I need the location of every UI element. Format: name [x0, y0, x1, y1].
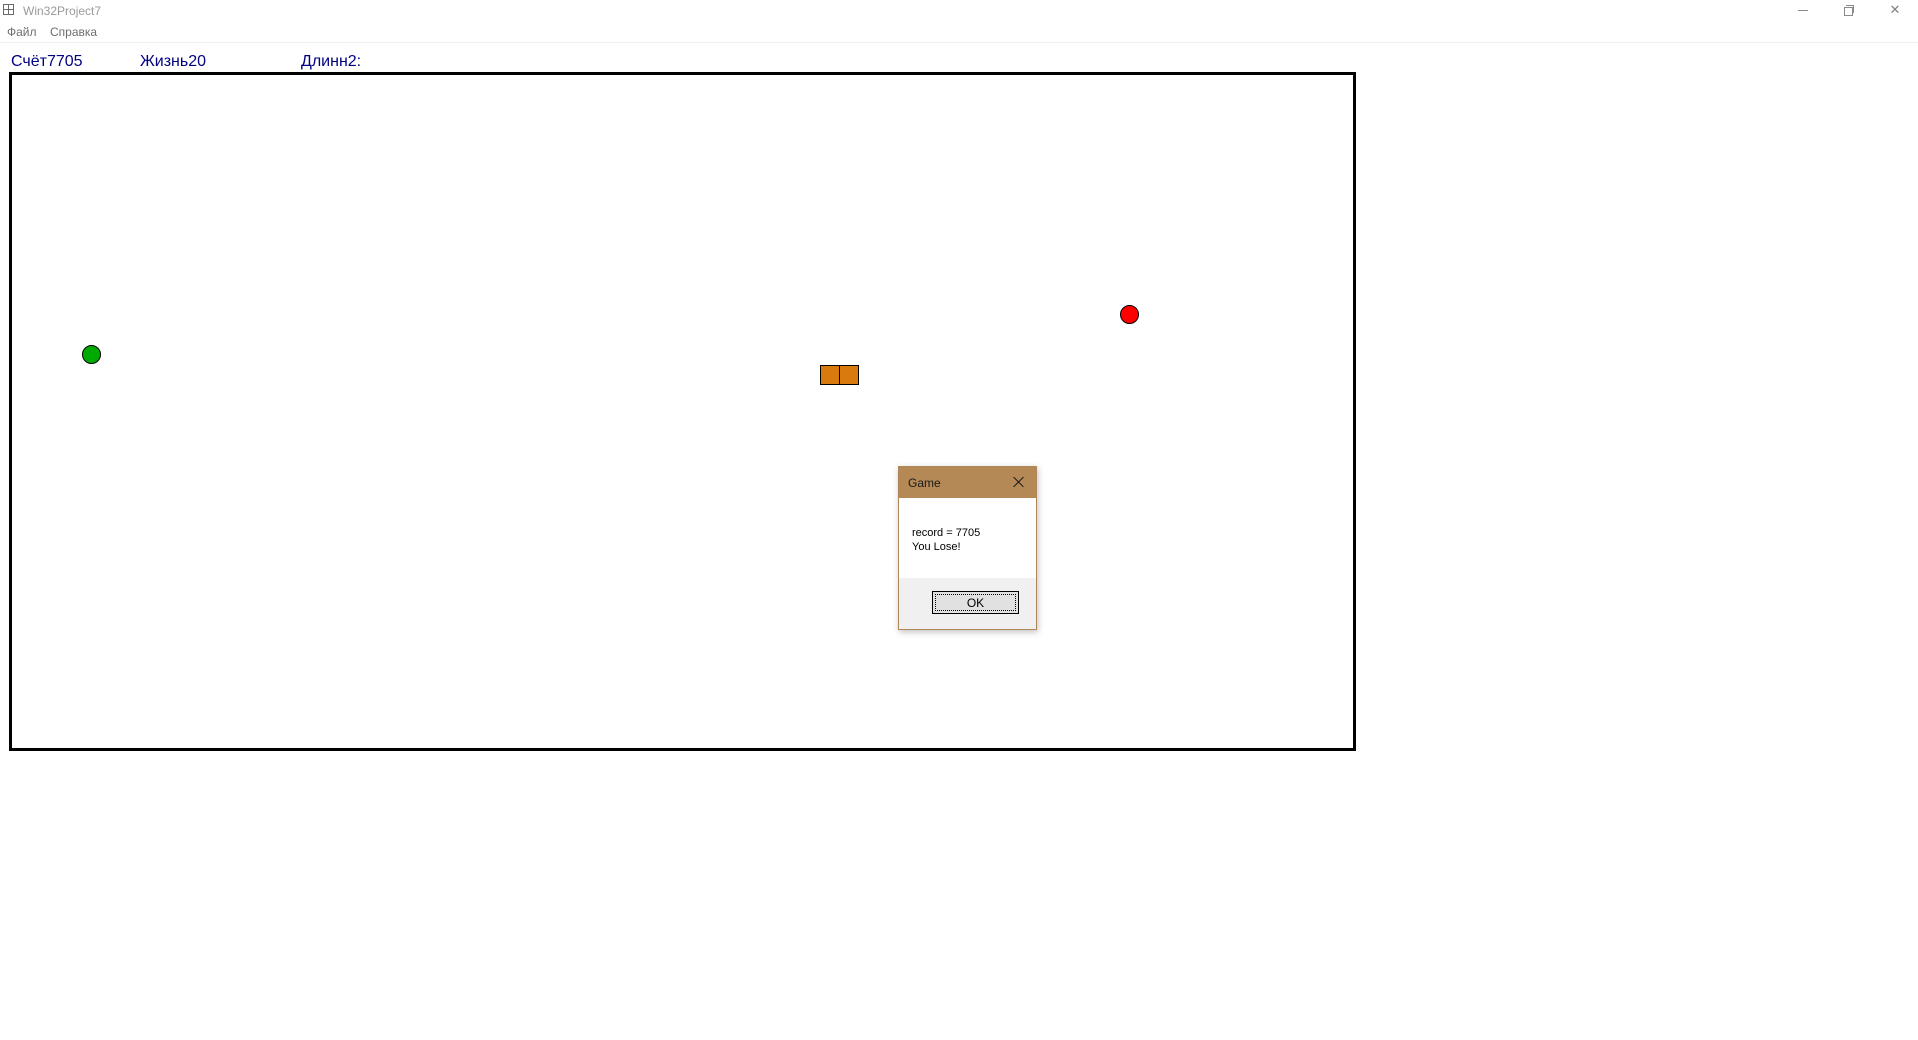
app-window-icon	[3, 4, 14, 15]
dialog-title: Game	[908, 476, 941, 490]
score-label: Счёт7705	[11, 53, 83, 70]
restore-button[interactable]	[1826, 0, 1872, 22]
life-label: Жизнь20	[140, 53, 207, 70]
green-apple	[82, 345, 101, 364]
main-window: Win32Project7 ✕ Файл Справка Счёт7705 Жи…	[0, 0, 1918, 1040]
ok-button[interactable]: OK	[932, 591, 1019, 614]
red-apple	[1120, 305, 1139, 324]
snake-segment	[839, 365, 859, 385]
game-over-dialog: Game record = 7705 You Lose! OK	[898, 466, 1037, 630]
length-label: Длинн2:	[301, 53, 362, 70]
menu-bar: Файл Справка	[0, 22, 1918, 43]
menu-file[interactable]: Файл	[7, 25, 37, 39]
menu-help[interactable]: Справка	[50, 25, 97, 39]
snake-segment	[820, 365, 840, 385]
window-title: Win32Project7	[23, 4, 102, 18]
minimize-button[interactable]	[1780, 0, 1826, 22]
dialog-footer: OK	[899, 578, 1036, 629]
snake	[820, 365, 859, 385]
dialog-record-text: record = 7705	[912, 527, 981, 539]
game-field[interactable]	[9, 72, 1356, 751]
dialog-message-text: You Lose!	[912, 541, 961, 553]
dialog-body: record = 7705 You Lose!	[899, 498, 1036, 578]
title-bar[interactable]: Win32Project7 ✕	[0, 0, 1918, 22]
close-icon: ✕	[1889, 2, 1901, 17]
dialog-title-bar[interactable]: Game	[899, 467, 1036, 498]
dialog-close-icon[interactable]	[1011, 474, 1027, 490]
restore-icon	[1844, 5, 1854, 16]
close-button[interactable]: ✕	[1872, 0, 1918, 22]
minimize-icon	[1798, 10, 1808, 11]
